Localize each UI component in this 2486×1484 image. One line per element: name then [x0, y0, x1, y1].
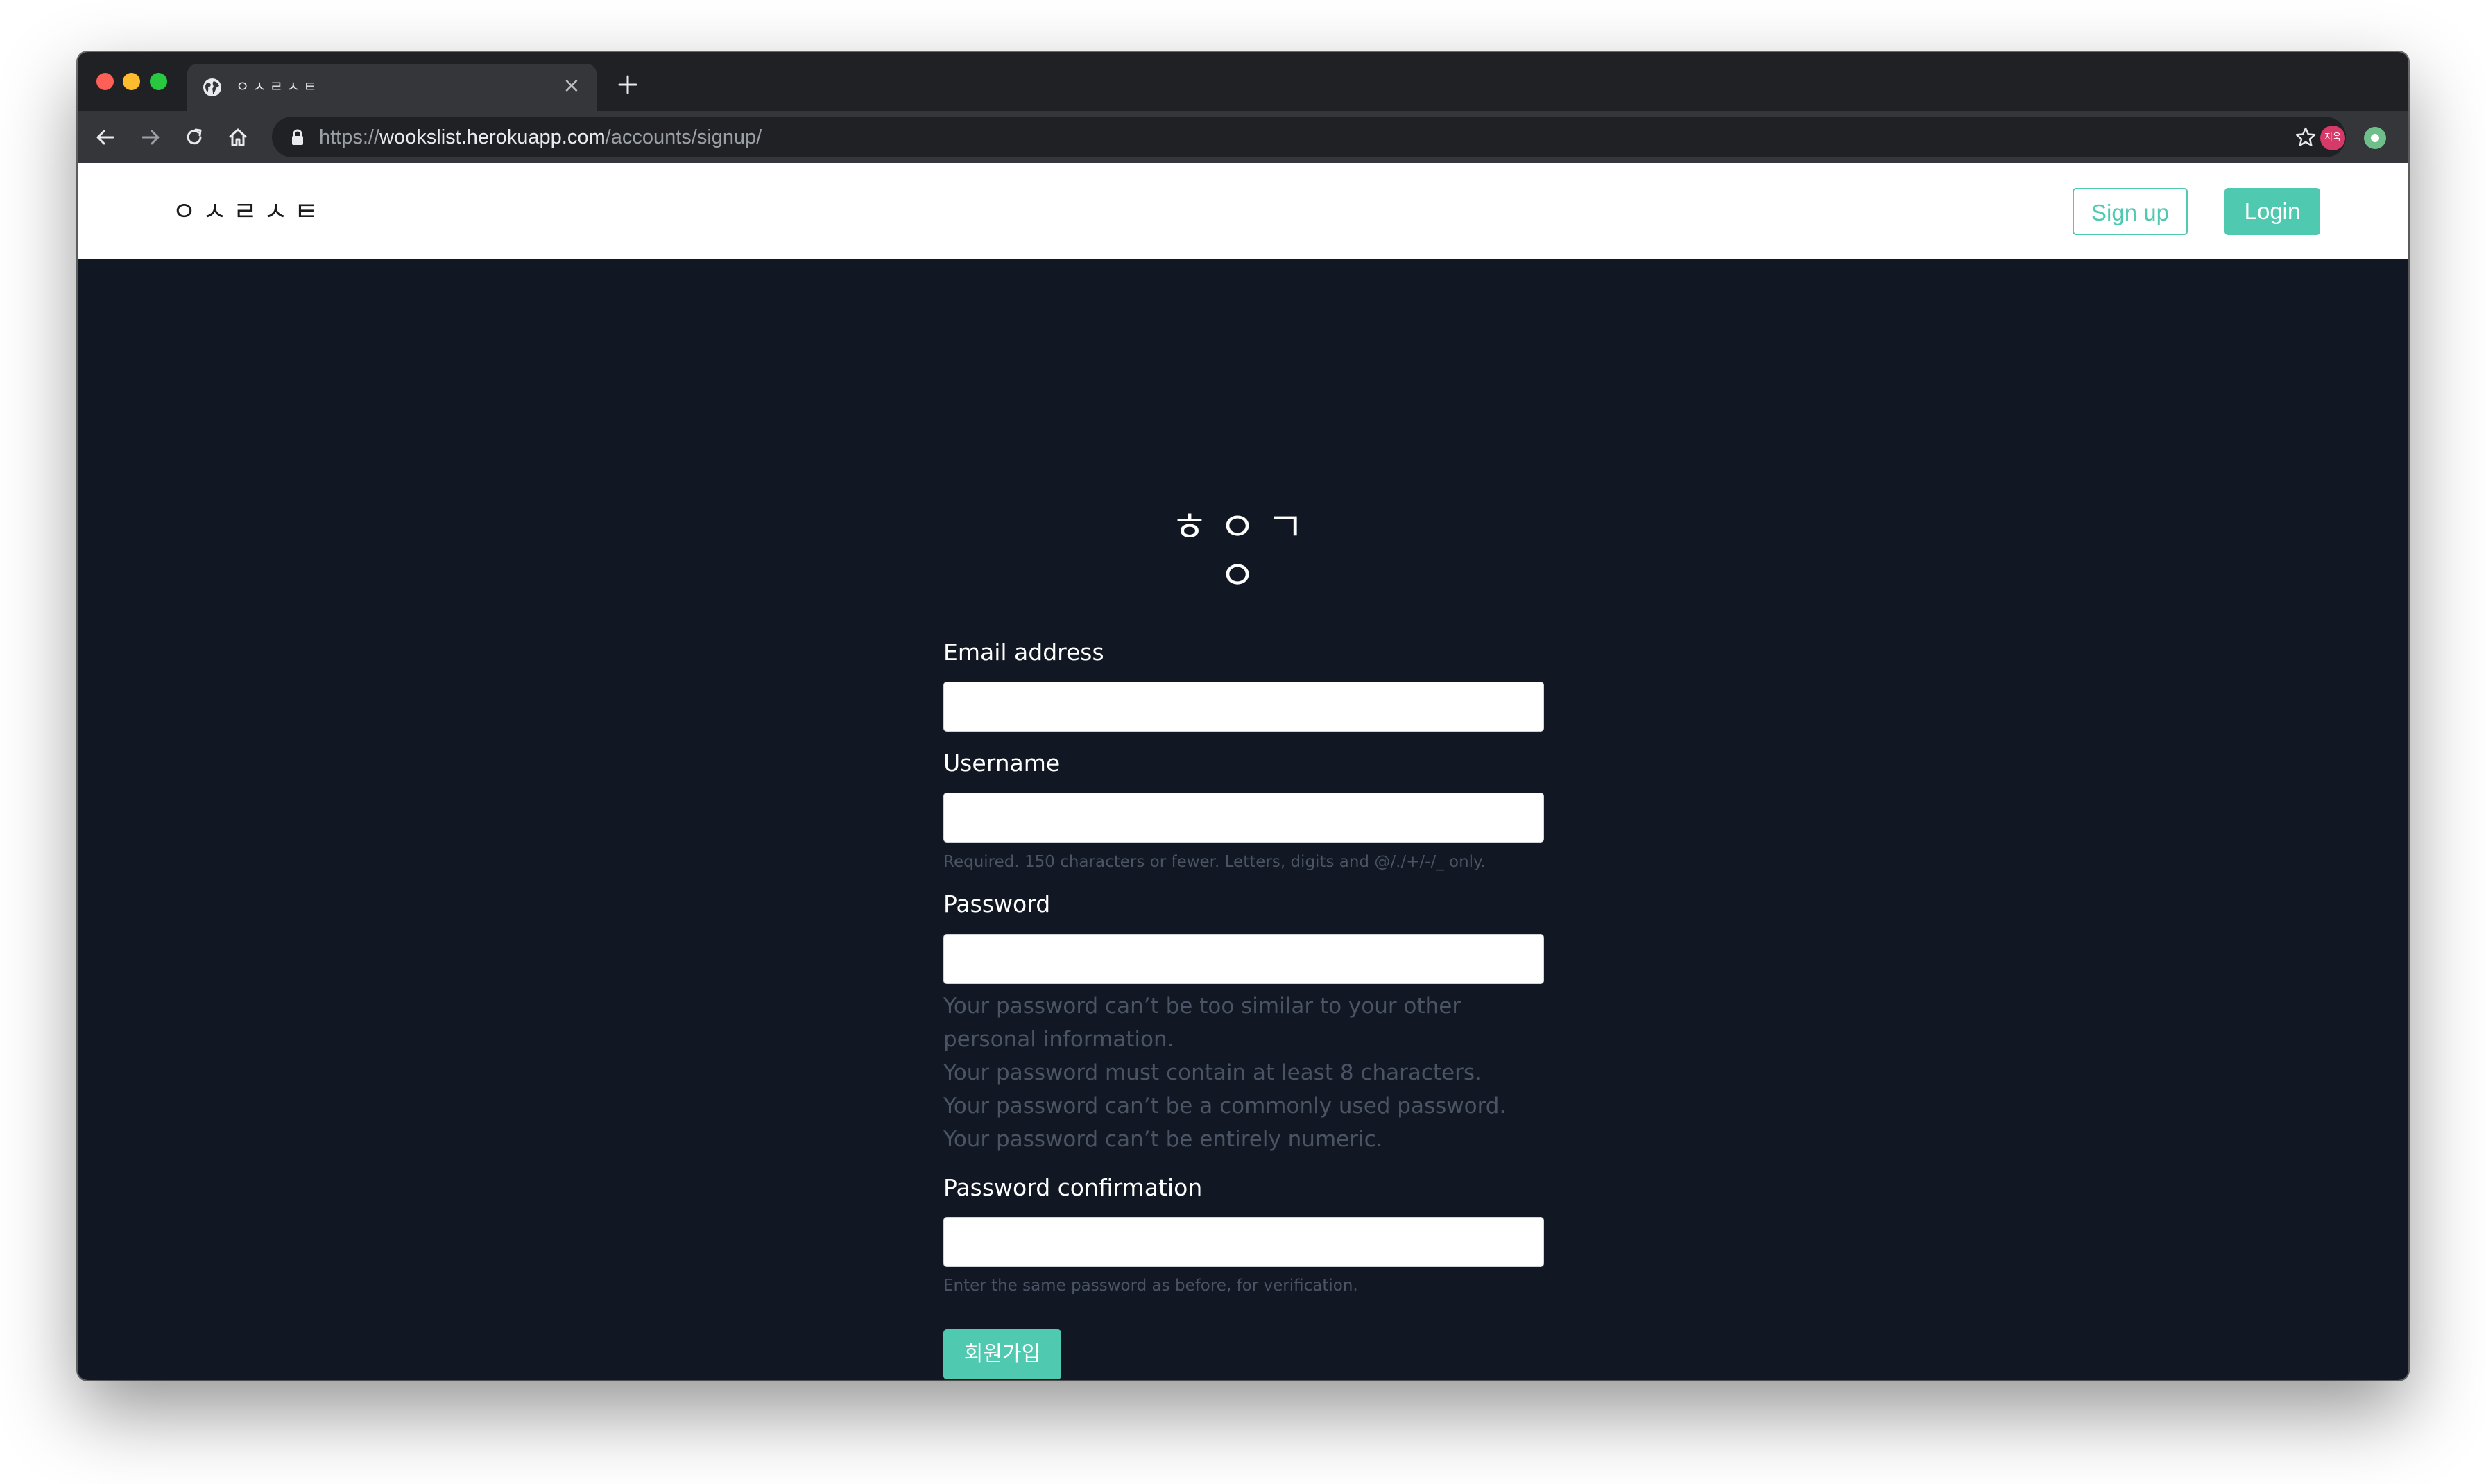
url-path: /accounts/signup/ [605, 126, 762, 148]
password-help-item: Your password can’t be a commonly used p… [943, 1094, 1507, 1119]
password-help-item: Your password must contain at least 8 ch… [943, 1060, 1482, 1085]
minimize-window-button[interactable] [123, 73, 140, 90]
password-confirmation-help-text: Enter the same password as before, for v… [943, 1277, 1358, 1295]
password-help-item: Your password can’t be too similar to yo… [943, 994, 1461, 1019]
globe-icon [203, 78, 221, 96]
password-confirmation-label: Password confirmation [943, 1174, 1203, 1201]
email-label: Email address [943, 639, 1104, 666]
browser-window: ㅇㅅㄹㅅㅌ × https://wookslist.herokuapp.com/… [78, 52, 2408, 1380]
email-input[interactable] [943, 682, 1544, 732]
url-text: https://wookslist.herokuapp.com/accounts… [319, 125, 762, 150]
tab-strip: ㅇㅅㄹㅅㅌ × [78, 52, 2408, 111]
browser-toolbar: https://wookslist.herokuapp.com/accounts… [78, 111, 2408, 163]
form-logo: ㅎㅇㄱㅇ [1170, 503, 1316, 599]
login-button[interactable]: Login [2224, 188, 2320, 235]
password-help-item: Your password can’t be entirely numeric. [943, 1127, 1383, 1152]
signup-button[interactable]: Sign up [2073, 188, 2188, 235]
reload-icon[interactable] [182, 125, 207, 150]
new-tab-icon[interactable] [615, 72, 640, 97]
password-input[interactable] [943, 934, 1544, 984]
password-label: Password [943, 890, 1051, 917]
password-help-list: Your password can’t be too similar to yo… [943, 990, 1506, 1156]
extension-icon[interactable] [2364, 127, 2386, 149]
lock-icon [292, 129, 303, 145]
site-brand-logo[interactable]: ㅇㅅㄹㅅㅌ [172, 195, 325, 228]
profile-avatar[interactable]: 지욱 [2320, 126, 2345, 150]
forward-arrow-icon[interactable] [138, 125, 163, 150]
maximize-window-button[interactable] [150, 73, 167, 90]
signup-submit-button[interactable]: 회원가입 [943, 1329, 1061, 1379]
site-navbar: ㅇㅅㄹㅅㅌ Sign up Login [78, 163, 2408, 259]
home-icon[interactable] [225, 125, 250, 150]
password-help-item: personal information. [943, 1027, 1174, 1052]
back-arrow-icon[interactable] [93, 125, 118, 150]
page-content: ㅇㅅㄹㅅㅌ Sign up Login ㅎㅇㄱㅇ Email address U… [78, 163, 2408, 1380]
username-label: Username [943, 750, 1061, 777]
bookmark-star-icon[interactable] [2295, 126, 2317, 148]
username-help-text: Required. 150 characters or fewer. Lette… [943, 853, 1486, 871]
close-window-button[interactable] [96, 73, 114, 90]
close-tab-icon[interactable]: × [560, 75, 583, 97]
url-scheme: https:// [319, 126, 380, 148]
browser-tab[interactable]: ㅇㅅㄹㅅㅌ × [187, 64, 597, 111]
password-confirmation-input[interactable] [943, 1217, 1544, 1267]
username-input[interactable] [943, 793, 1544, 843]
url-host: wookslist.herokuapp.com [379, 126, 606, 148]
address-bar[interactable]: https://wookslist.herokuapp.com/accounts… [272, 117, 2346, 157]
tab-title: ㅇㅅㄹㅅㅌ [236, 78, 320, 95]
